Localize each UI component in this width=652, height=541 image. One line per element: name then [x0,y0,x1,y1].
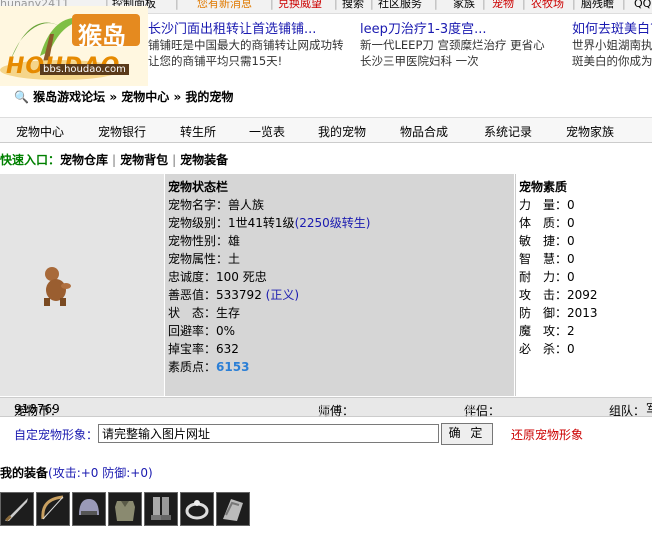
ad-line: 新一代LEEP刀 宫颈糜烂治疗 更省心 [360,38,545,52]
pet-drop-row: 掉宝率：632 [168,342,239,356]
quality-row: 必 杀：0 [519,342,575,356]
quick-entry-title: 快速入口： [0,153,61,167]
equipment-title: 我的装备(攻击:+0 防御:+0) [0,466,153,480]
pet-points-row: 素质点：6153 [168,360,250,374]
ad-block-3[interactable]: 如何去斑美白? 世界小姐湖南执 斑美白的你成为 [572,18,652,69]
confirm-button[interactable]: 确 定 [441,423,493,445]
helmet-icon[interactable] [72,492,106,526]
custom-image-label: 自定宠物形象： [14,428,99,442]
menu-pet-family[interactable]: 宠物家族 [566,123,614,140]
pet-image-panel [0,174,165,396]
ad-block-1[interactable]: 长沙门面出租转让首选铺铺... 铺铺旺是中国最大的商铺转让网成功转 让您的商铺平… [148,18,358,69]
pet-attr-row: 宠物属性：土 [168,252,241,266]
qq-link[interactable]: QQ [634,0,651,9]
pet-avatar-icon [44,267,71,306]
logo-brand-cn: 猴岛 [78,22,126,50]
status-header: 宠物状态栏 [168,180,229,194]
quick-link-bag[interactable]: 宠物背包 [120,153,168,167]
quality-row: 力 量：0 [519,198,575,212]
bow-icon[interactable] [36,492,70,526]
quality-row: 体 质：0 [519,216,575,230]
restore-image-link[interactable]: 还原宠物形象 [511,426,583,443]
site-logo[interactable]: 猴岛 HOUDAO bbs.houdao.com [0,6,148,86]
points-value[interactable]: 6153 [216,360,249,374]
breadcrumb-pet-center[interactable]: 宠物中心 [121,90,169,104]
breadcrumb-my-pet[interactable]: 我的宠物 [185,90,233,104]
community-service-link[interactable]: 社区服务 [378,0,422,9]
ranch-link[interactable]: 农牧场 [531,0,564,9]
pet-state-row: 状 态：生存 [168,306,241,320]
equipment-slots [0,492,260,528]
quick-link-warehouse[interactable]: 宠物仓库 [60,153,108,167]
quality-row: 智 慧：0 [519,252,575,266]
quality-row: 魔 攻：2 [519,324,575,338]
custom-image-row: 自定宠物形象： 确 定 还原宠物形象 [0,423,652,447]
ad-line: 让您的商铺平均只需15天! [148,54,283,68]
menu-overview[interactable]: 一览表 [249,123,285,140]
pet-menu: 宠物中心 宠物银行 转生所 一览表 我的宠物 物品合成 系统记录 宠物家族 [0,117,652,143]
quality-row: 敏 捷：0 [519,234,575,248]
armor-icon[interactable] [108,492,142,526]
quality-row: 攻 击：2092 [519,288,598,302]
pet-evade-row: 回避率：0% [168,324,236,338]
pet-link[interactable]: 宠物 [492,0,514,9]
equipment-bonus: (攻击:+0 防御:+0) [48,466,153,480]
image-url-input[interactable] [98,424,439,443]
menu-system-log[interactable]: 系统记录 [484,123,532,140]
menu-item-craft[interactable]: 物品合成 [400,123,448,140]
ad-line: 世界小姐湖南执 [572,38,652,52]
logo-url: bbs.houdao.com [40,64,129,75]
pet-stats-bar: 宠物币：918769 师傅：无 伴侣：无 组队： 军 [0,397,652,418]
menu-pet-center[interactable]: 宠物中心 [16,123,64,140]
brainless-link[interactable]: 脑残瞻 [581,0,614,9]
quality-row: 防 御：2013 [519,306,598,320]
family-link[interactable]: 家族 [453,0,475,9]
breadcrumb: 🔍 猴岛游戏论坛 » 宠物中心 » 我的宠物 [14,90,234,104]
quick-entry: 快速入口：宠物仓库 | 宠物背包 | 宠物装备 [0,153,229,167]
pet-quality-panel: 宠物素质 力 量：0 体 质：0 敏 捷：0 智 慧：0 耐 力：0 攻 击：2… [515,174,652,396]
quality-header: 宠物素质 [519,180,568,194]
pet-status-panel: 宠物状态栏 宠物名字：兽人族 宠物级别：1世41转1级(2250级转生) 宠物性… [165,174,514,396]
pet-evil-row: 善恶值：533792 (正义) [168,288,300,302]
search-link[interactable]: 搜索 [342,0,364,9]
bracer-icon[interactable] [216,492,250,526]
pet-gender-row: 宠物性别：雄 [168,234,241,248]
breadcrumb-forum[interactable]: 猴岛游戏论坛 [33,90,105,104]
exchange-reputation-link[interactable]: 兑换威望 [278,0,322,9]
ad-line: 长沙三甲医院妇科 一次 [360,54,479,68]
ad-line: 斑美白的你成为 [572,54,652,68]
ad-line: 铺铺旺是中国最大的商铺转让网成功转 [148,38,344,52]
pet-loyalty-row: 忠诚度：100 死忠 [168,270,267,284]
pet-level-row: 宠物级别：1世41转1级(2250级转生) [168,216,371,230]
menu-my-pet[interactable]: 我的宠物 [318,123,366,140]
ring-icon[interactable] [180,492,214,526]
new-message-link[interactable]: 您有新消息 [197,0,252,9]
rebirth-level-link[interactable]: (2250级转生) [295,216,371,230]
ad-block-2[interactable]: leep刀治疗1-3度宫... 新一代LEEP刀 宫颈糜烂治疗 更省心 长沙三甲… [360,18,570,69]
ad-title[interactable]: 长沙门面出租转让首选铺铺... [148,18,358,37]
menu-rebirth[interactable]: 转生所 [180,123,216,140]
pet-name-row: 宠物名字：兽人族 [168,198,265,212]
search-icon: 🔍 [14,90,29,104]
ad-title[interactable]: leep刀治疗1-3度宫... [360,18,570,37]
quality-row: 耐 力：0 [519,270,575,284]
boots-icon[interactable] [144,492,178,526]
quick-link-equipment[interactable]: 宠物装备 [180,153,228,167]
sword-icon[interactable] [0,492,34,526]
ad-title[interactable]: 如何去斑美白? [572,18,652,37]
group-extra: 军 [646,400,652,417]
menu-pet-bank[interactable]: 宠物银行 [98,123,146,140]
